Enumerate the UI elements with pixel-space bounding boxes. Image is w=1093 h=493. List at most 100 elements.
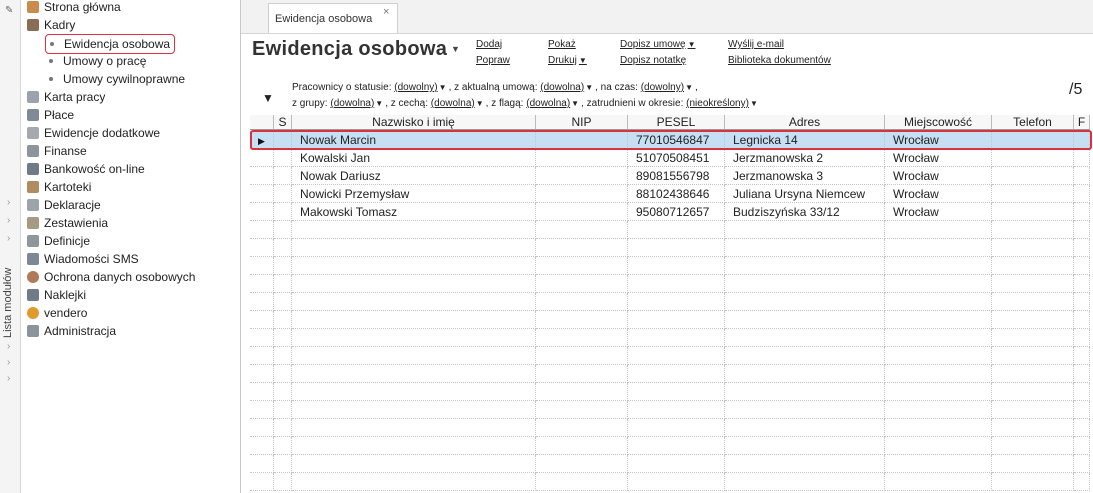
cell-pesel[interactable] <box>628 455 725 473</box>
cell-f[interactable] <box>1074 455 1090 473</box>
row-indicator[interactable] <box>250 383 274 401</box>
cell-name[interactable] <box>292 473 536 491</box>
cell-address[interactable] <box>725 437 885 455</box>
table-row[interactable] <box>250 437 1090 455</box>
cell-s[interactable] <box>274 203 292 221</box>
cell-phone[interactable] <box>992 275 1074 293</box>
column-header-nip[interactable]: NIP <box>536 115 628 130</box>
row-indicator[interactable] <box>250 419 274 437</box>
cell-pesel[interactable] <box>628 311 725 329</box>
chevron-right-icon[interactable]: › <box>7 215 10 226</box>
cell-nip[interactable] <box>536 329 628 347</box>
table-row[interactable]: ▶ Nowak Marcin 77010546847 Legnicka 14 Wrocł… <box>250 131 1090 149</box>
status-filter[interactable]: (dowolny) <box>394 82 437 93</box>
column-header-pesel[interactable]: PESEL <box>628 115 725 130</box>
cell-f[interactable] <box>1074 185 1090 203</box>
cell-city[interactable] <box>885 473 992 491</box>
table-row[interactable]: Nowicki Przemysław 88102438646 Juliana Urs… <box>250 185 1090 203</box>
cell-address[interactable] <box>725 275 885 293</box>
cell-nip[interactable] <box>536 419 628 437</box>
table-row[interactable] <box>250 365 1090 383</box>
cell-pesel[interactable] <box>628 365 725 383</box>
row-indicator[interactable] <box>250 221 274 239</box>
cell-address[interactable]: Jerzmanowska 3 <box>725 167 885 185</box>
cell-city[interactable]: Wrocław <box>885 131 992 149</box>
sidebar-item-umowy-cywilnoprawne[interactable]: Umowy cywilnoprawne <box>49 70 185 88</box>
cell-f[interactable] <box>1074 473 1090 491</box>
cell-phone[interactable] <box>992 365 1074 383</box>
cell-s[interactable] <box>274 329 292 347</box>
cell-address[interactable]: Jerzmanowska 2 <box>725 149 885 167</box>
row-indicator[interactable] <box>250 167 274 185</box>
cell-phone[interactable] <box>992 311 1074 329</box>
cell-pesel[interactable] <box>628 293 725 311</box>
cell-s[interactable] <box>274 221 292 239</box>
cell-nip[interactable] <box>536 203 628 221</box>
cell-city[interactable] <box>885 455 992 473</box>
cell-f[interactable] <box>1074 329 1090 347</box>
cell-f[interactable] <box>1074 167 1090 185</box>
cell-address[interactable]: Juliana Ursyna Niemcew <box>725 185 885 203</box>
module-list-label[interactable]: Lista modułów <box>2 248 16 338</box>
cell-pesel[interactable] <box>628 437 725 455</box>
cell-city[interactable] <box>885 257 992 275</box>
table-row[interactable]: Kowalski Jan 51070508451 Jerzmanowska 2 Wro… <box>250 149 1090 167</box>
cell-city[interactable] <box>885 437 992 455</box>
cell-city[interactable] <box>885 365 992 383</box>
cell-s[interactable] <box>274 473 292 491</box>
cell-pesel[interactable] <box>628 383 725 401</box>
cell-name[interactable] <box>292 329 536 347</box>
cell-s[interactable] <box>274 401 292 419</box>
cell-nip[interactable] <box>536 131 628 149</box>
cell-address[interactable] <box>725 365 885 383</box>
cell-f[interactable] <box>1074 365 1090 383</box>
cell-city[interactable]: Wrocław <box>885 185 992 203</box>
row-indicator[interactable] <box>250 347 274 365</box>
cell-nip[interactable] <box>536 275 628 293</box>
chevron-down-icon[interactable]: ▼ <box>476 99 484 108</box>
cell-name[interactable] <box>292 257 536 275</box>
row-indicator[interactable] <box>250 293 274 311</box>
cell-city[interactable] <box>885 419 992 437</box>
cell-pesel[interactable] <box>628 239 725 257</box>
table-row[interactable] <box>250 473 1090 491</box>
cell-name[interactable] <box>292 365 536 383</box>
table-row[interactable] <box>250 419 1090 437</box>
cell-address[interactable] <box>725 221 885 239</box>
cell-f[interactable] <box>1074 401 1090 419</box>
cell-address[interactable] <box>725 257 885 275</box>
sidebar-item-karta-pracy[interactable]: Karta pracy <box>27 88 105 106</box>
cell-name[interactable] <box>292 293 536 311</box>
cell-name[interactable] <box>292 221 536 239</box>
cell-s[interactable] <box>274 257 292 275</box>
row-indicator[interactable] <box>250 473 274 491</box>
sidebar-item-ewidencja-osobowa[interactable]: Ewidencja osobowa <box>45 34 176 54</box>
cell-city[interactable] <box>885 293 992 311</box>
sidebar-item-zestawienia[interactable]: Zestawienia <box>27 214 108 232</box>
add-contract-link[interactable]: Dopisz umowę ▼ <box>620 39 696 50</box>
chevron-down-icon[interactable]: ▼ <box>439 83 447 92</box>
sidebar-item-kartoteki[interactable]: Kartoteki <box>27 178 91 196</box>
cell-nip[interactable] <box>536 239 628 257</box>
table-row[interactable]: Makowski Tomasz 95080712657 Budziszyńska 3… <box>250 203 1090 221</box>
cell-name[interactable] <box>292 437 536 455</box>
filter-toggle-icon[interactable]: ▼ <box>262 91 274 105</box>
cell-pesel[interactable] <box>628 419 725 437</box>
row-indicator[interactable] <box>250 149 274 167</box>
cell-address[interactable] <box>725 347 885 365</box>
cell-f[interactable] <box>1074 347 1090 365</box>
cell-f[interactable] <box>1074 293 1090 311</box>
cell-pesel[interactable]: 51070508451 <box>628 149 725 167</box>
cell-name[interactable]: Nowak Dariusz <box>292 167 536 185</box>
cell-f[interactable] <box>1074 311 1090 329</box>
table-row[interactable] <box>250 293 1090 311</box>
table-row[interactable]: Nowak Dariusz 89081556798 Jerzmanowska 3 Wr… <box>250 167 1090 185</box>
cell-nip[interactable] <box>536 257 628 275</box>
cell-phone[interactable] <box>992 401 1074 419</box>
chevron-down-icon[interactable]: ▼ <box>685 83 693 92</box>
column-header-f[interactable]: F <box>1074 115 1090 130</box>
cell-name[interactable] <box>292 419 536 437</box>
row-indicator[interactable] <box>250 329 274 347</box>
group-filter[interactable]: (dowolna) <box>330 98 374 109</box>
cell-phone[interactable] <box>992 347 1074 365</box>
